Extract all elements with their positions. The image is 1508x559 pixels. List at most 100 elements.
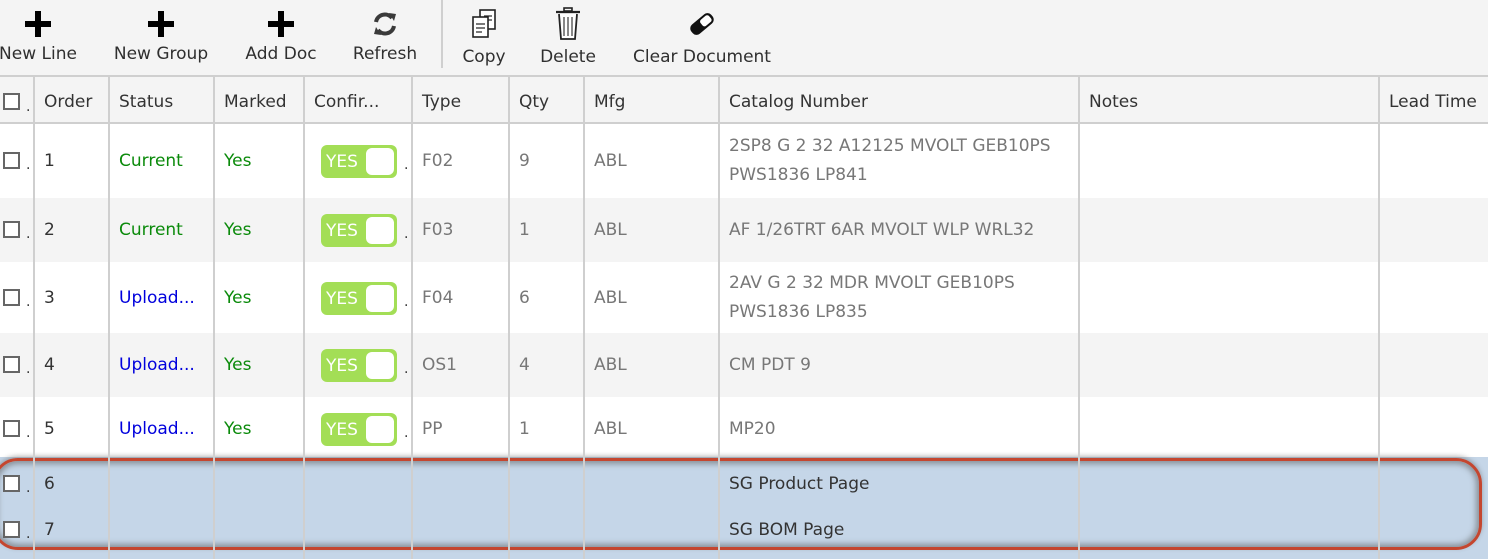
- column-header-lead-time[interactable]: Lead Time: [1379, 77, 1488, 124]
- add-doc-label: Add Doc: [245, 44, 317, 64]
- column-divider[interactable]: [1378, 77, 1380, 559]
- row-checkbox[interactable]: [3, 521, 20, 538]
- notes-cell[interactable]: [1079, 262, 1378, 333]
- mfg-cell: ABL: [594, 419, 627, 439]
- table-row[interactable]: . 2 Current Yes YES. F03 1 ABL AF 1/26TRT 6AR MV…: [0, 198, 1488, 262]
- toggle-label: YES: [326, 288, 358, 309]
- column-divider[interactable]: [718, 77, 720, 559]
- table-row[interactable]: . 7 SG BOM Page: [0, 507, 1488, 553]
- cell-indicator-dot: .: [404, 157, 409, 173]
- order-cell: 2: [44, 220, 55, 240]
- row-checkbox[interactable]: [3, 152, 20, 169]
- row-checkbox[interactable]: [3, 356, 20, 373]
- catalog-number-cell: 2SP8 G 2 32 A12125 MVOLT GEB10PS PWS1836…: [729, 136, 1051, 185]
- catalog-number-cell: MP20: [729, 418, 776, 439]
- select-all-checkbox[interactable]: [3, 93, 20, 110]
- copy-label: Copy: [462, 47, 506, 67]
- order-cell: 1: [44, 151, 55, 171]
- confirmed-toggle[interactable]: YES: [321, 281, 397, 315]
- add-doc-button[interactable]: Add Doc: [236, 0, 326, 72]
- copy-icon: [456, 6, 512, 42]
- qty-cell: 1: [519, 419, 530, 439]
- column-divider[interactable]: [213, 77, 215, 559]
- marked-cell: Yes: [224, 220, 252, 240]
- status-cell[interactable]: Upload...: [109, 333, 213, 397]
- column-header-confirmed[interactable]: Confir...: [304, 77, 411, 124]
- new-group-button[interactable]: New Group: [106, 0, 216, 72]
- notes-cell[interactable]: [1079, 333, 1378, 397]
- table-row[interactable]: . 3 Upload... Yes YES. F04 6 ABL 2AV G 2 32 MDR …: [0, 262, 1488, 333]
- row-checkbox[interactable]: [3, 475, 20, 492]
- notes-cell[interactable]: [1079, 397, 1378, 461]
- notes-cell[interactable]: [1079, 461, 1378, 507]
- status-cell: Current: [119, 220, 183, 240]
- lead-time-cell[interactable]: [1379, 198, 1488, 262]
- lead-time-cell[interactable]: [1379, 333, 1488, 397]
- copy-button[interactable]: Copy: [456, 0, 512, 72]
- mfg-cell: ABL: [594, 151, 627, 171]
- toggle-knob: [366, 416, 394, 443]
- refresh-button[interactable]: Refresh: [344, 0, 426, 72]
- lead-time-cell[interactable]: [1379, 397, 1488, 461]
- confirmed-toggle[interactable]: YES: [321, 145, 397, 178]
- column-header-catalog-number[interactable]: Catalog Number: [719, 77, 1078, 124]
- notes-cell[interactable]: [1079, 198, 1378, 262]
- delete-button[interactable]: Delete: [534, 0, 602, 72]
- clear-document-button[interactable]: Clear Document: [626, 0, 778, 72]
- cell-indicator-dot: .: [404, 226, 409, 242]
- lead-time-cell[interactable]: [1379, 507, 1488, 553]
- lead-time-cell[interactable]: [1379, 461, 1488, 507]
- toggle-knob: [366, 148, 394, 175]
- refresh-label: Refresh: [352, 44, 418, 64]
- table-row[interactable]: . 6 SG Product Page: [0, 461, 1488, 507]
- order-cell: 5: [44, 419, 55, 439]
- grid-header: . Order Status Marked Confir... Type Qty…: [0, 75, 1488, 124]
- catalog-number-cell: AF 1/26TRT 6AR MVOLT WLP WRL32: [729, 219, 1035, 240]
- column-header-type[interactable]: Type: [412, 77, 508, 124]
- row-indicator-dot: .: [26, 157, 31, 173]
- table-row[interactable]: . 5 Upload... Yes YES. PP 1 ABL MP20: [0, 397, 1488, 461]
- confirmed-toggle[interactable]: YES: [321, 214, 397, 247]
- row-checkbox[interactable]: [3, 221, 20, 238]
- status-cell[interactable]: Upload...: [109, 397, 213, 461]
- column-header-status[interactable]: Status: [109, 77, 213, 124]
- toggle-knob: [366, 284, 394, 312]
- confirmed-toggle[interactable]: YES: [321, 349, 397, 382]
- column-divider[interactable]: [508, 77, 510, 559]
- row-indicator-dot: .: [26, 480, 31, 496]
- lead-time-cell[interactable]: [1379, 262, 1488, 333]
- column-header-qty[interactable]: Qty: [509, 77, 583, 124]
- row-checkbox[interactable]: [3, 420, 20, 437]
- row-indicator-dot: .: [26, 361, 31, 377]
- cell-indicator-dot: .: [404, 361, 409, 377]
- type-cell: [412, 461, 508, 507]
- new-line-label: New Line: [0, 44, 77, 64]
- status-cell[interactable]: Upload...: [109, 262, 213, 333]
- table-row[interactable]: . 4 Upload... Yes YES. OS1 4 ABL CM PDT 9: [0, 333, 1488, 397]
- column-divider[interactable]: [108, 77, 110, 559]
- row-indicator-dot: .: [26, 526, 31, 542]
- notes-cell[interactable]: [1079, 507, 1378, 553]
- column-header-marked[interactable]: Marked: [214, 77, 303, 124]
- column-divider[interactable]: [411, 77, 413, 559]
- table-row[interactable]: . 1 Current Yes YES. F02 9 ABL 2SP8 G 2 32 A1212…: [0, 124, 1488, 198]
- column-header-mfg[interactable]: Mfg: [584, 77, 718, 124]
- confirmed-toggle[interactable]: YES: [321, 413, 397, 446]
- toggle-knob: [366, 352, 394, 379]
- row-indicator-dot: .: [26, 293, 31, 310]
- column-divider[interactable]: [1078, 77, 1080, 559]
- column-header-notes[interactable]: Notes: [1079, 77, 1378, 124]
- column-divider[interactable]: [33, 77, 35, 559]
- column-header-order[interactable]: Order: [34, 77, 108, 124]
- notes-cell[interactable]: [1079, 124, 1378, 198]
- catalog-number-cell: SG Product Page: [729, 474, 870, 494]
- column-divider[interactable]: [303, 77, 305, 559]
- mfg-cell: ABL: [594, 355, 627, 375]
- new-line-button[interactable]: New Line: [0, 0, 84, 72]
- lead-time-cell[interactable]: [1379, 124, 1488, 198]
- plus-icon: [236, 6, 326, 42]
- new-group-label: New Group: [113, 44, 209, 64]
- order-cell: 7: [44, 520, 55, 540]
- row-checkbox[interactable]: [3, 288, 20, 306]
- column-divider[interactable]: [583, 77, 585, 559]
